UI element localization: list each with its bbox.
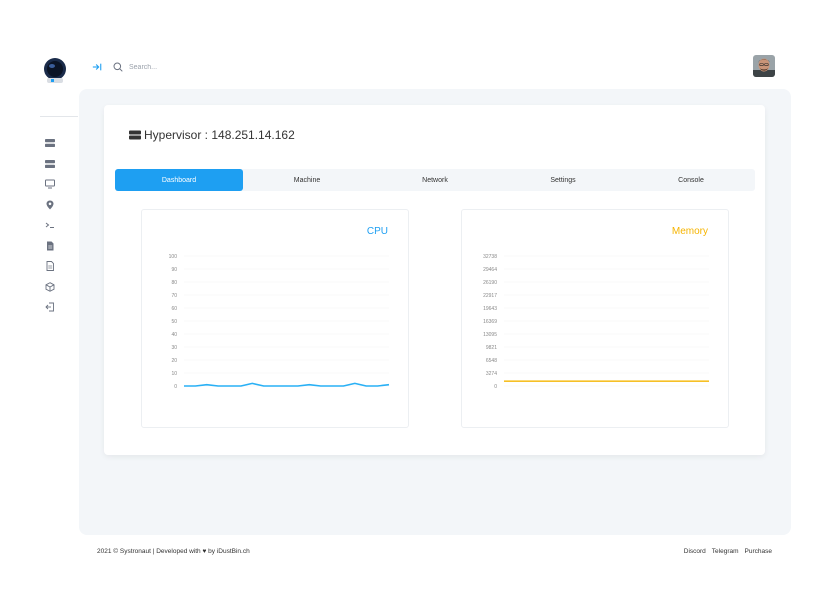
y-tick-label: 0 bbox=[174, 384, 177, 390]
heart-icon: ♥ bbox=[202, 548, 207, 555]
tabs: Dashboard Machine Network Settings Conso… bbox=[115, 169, 755, 191]
y-tick-label: 100 bbox=[169, 254, 178, 260]
cpu-chart-panel: CPU 100 90 80 70 60 50 40 30 20 10 0 bbox=[141, 209, 409, 428]
file-filled-icon[interactable] bbox=[43, 239, 57, 253]
search-icon[interactable] bbox=[113, 62, 123, 72]
topbar bbox=[90, 58, 249, 76]
sidebar-toggle-icon[interactable] bbox=[90, 60, 104, 74]
series-line bbox=[184, 382, 390, 387]
search-input[interactable] bbox=[129, 63, 249, 71]
terminal-icon[interactable] bbox=[43, 218, 57, 232]
y-tick-label: 90 bbox=[171, 267, 177, 273]
sidebar-divider bbox=[40, 116, 78, 117]
y-tick-label: 70 bbox=[171, 293, 177, 299]
y-tick-label: 29464 bbox=[483, 267, 497, 273]
y-tick-label: 50 bbox=[171, 319, 177, 325]
page-title-text: Hypervisor : 148.251.14.162 bbox=[144, 128, 295, 142]
byline-text: by iDustBin.ch bbox=[208, 548, 250, 555]
sidebar bbox=[0, 0, 80, 614]
server-icon[interactable] bbox=[43, 157, 57, 171]
y-tick-label: 13095 bbox=[483, 332, 497, 338]
server-icon[interactable] bbox=[43, 136, 57, 150]
copyright-text: 2021 © Systronaut | Developed with bbox=[97, 548, 201, 555]
app: Hypervisor : 148.251.14.162 Dashboard Ma… bbox=[0, 0, 833, 614]
y-tick-label: 19643 bbox=[483, 306, 497, 312]
y-tick-label: 9821 bbox=[486, 345, 497, 351]
footer-link-telegram[interactable]: Telegram bbox=[712, 548, 739, 555]
logout-icon[interactable] bbox=[43, 300, 57, 314]
y-tick-label: 10 bbox=[171, 371, 177, 377]
tab-console[interactable]: Console bbox=[627, 169, 755, 191]
hypervisor-card: Hypervisor : 148.251.14.162 Dashboard Ma… bbox=[104, 105, 765, 455]
cpu-chart: 1009080706050403020100 bbox=[169, 254, 390, 390]
tab-dashboard[interactable]: Dashboard bbox=[115, 169, 243, 191]
memory-chart-panel: Memory 32738 29464 26190 22917 19643 16369 130… bbox=[461, 209, 729, 428]
y-tick-label: 0 bbox=[494, 384, 497, 390]
y-tick-label: 30 bbox=[171, 345, 177, 351]
tab-machine[interactable]: Machine bbox=[243, 169, 371, 191]
y-tick-label: 32738 bbox=[483, 254, 497, 260]
y-tick-label: 20 bbox=[171, 358, 177, 364]
footer-link-purchase[interactable]: Purchase bbox=[745, 548, 772, 555]
astronaut-logo[interactable] bbox=[41, 57, 69, 85]
memory-chart: 32738 29464 26190 22917 19643 16369 13095 9821 6… bbox=[483, 254, 710, 390]
y-tick-label: 26190 bbox=[483, 280, 497, 286]
y-tick-label: 6548 bbox=[486, 358, 497, 364]
y-tick-label: 3274 bbox=[486, 371, 497, 377]
map-pin-icon[interactable] bbox=[43, 198, 57, 212]
monitor-icon[interactable] bbox=[43, 177, 57, 191]
tab-network[interactable]: Network bbox=[371, 169, 499, 191]
file-outline-icon[interactable] bbox=[43, 259, 57, 273]
y-tick-label: 80 bbox=[171, 280, 177, 286]
y-tick-label: 16369 bbox=[483, 319, 497, 325]
y-tick-label: 40 bbox=[171, 332, 177, 338]
y-tick-label: 22917 bbox=[483, 293, 497, 299]
user-avatar[interactable] bbox=[753, 55, 775, 77]
box-icon[interactable] bbox=[43, 280, 57, 294]
tab-settings[interactable]: Settings bbox=[499, 169, 627, 191]
footer-link-discord[interactable]: Discord bbox=[684, 548, 706, 555]
server-icon bbox=[129, 130, 141, 140]
y-tick-label: 60 bbox=[171, 306, 177, 312]
page-title: Hypervisor : 148.251.14.162 bbox=[129, 128, 295, 142]
footer-links: Discord Telegram Purchase bbox=[678, 548, 772, 555]
search-bar bbox=[113, 62, 249, 72]
sidebar-nav bbox=[43, 136, 57, 321]
footer-copyright: 2021 © Systronaut | Developed with ♥ by … bbox=[97, 548, 250, 555]
